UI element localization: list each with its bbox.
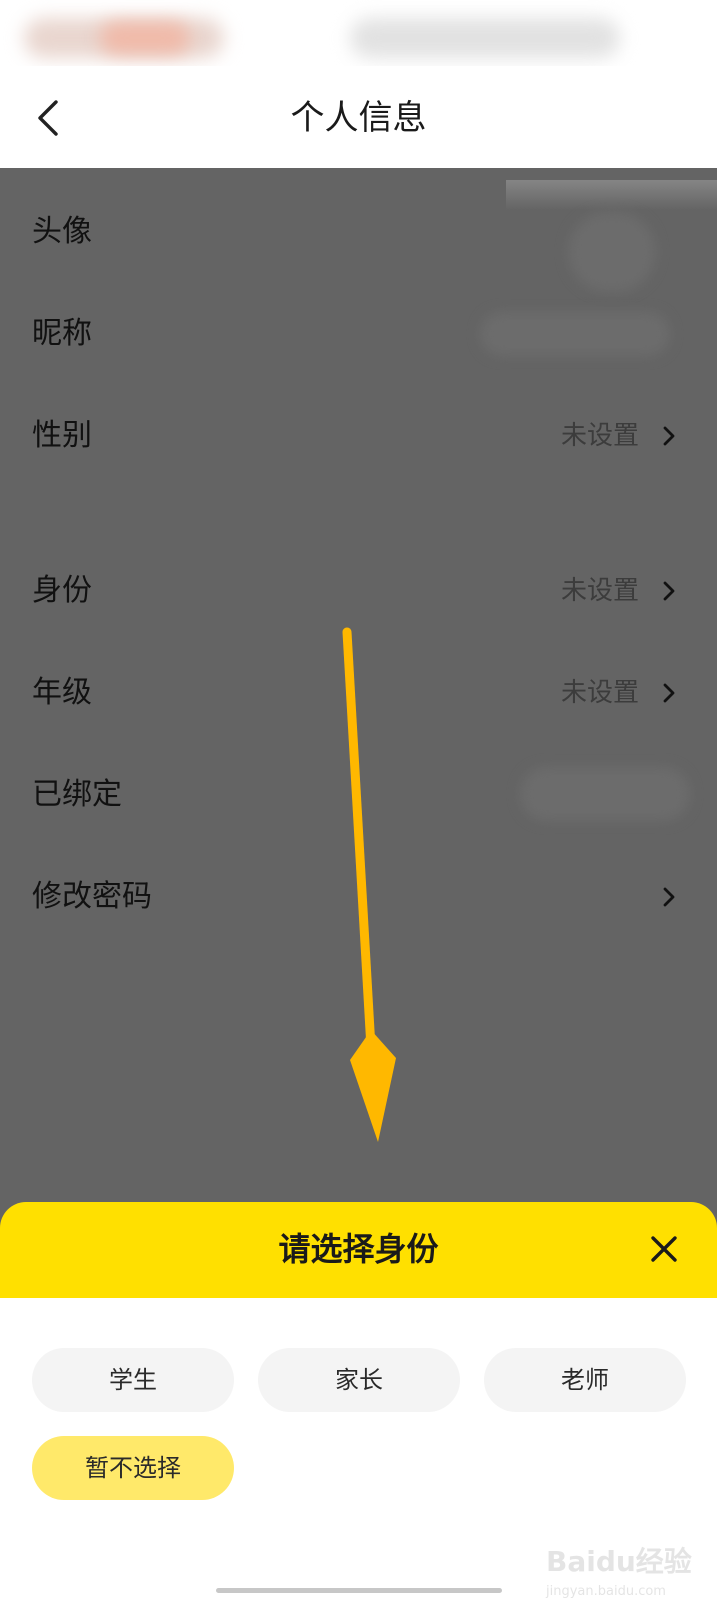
row-label: 昵称 (32, 316, 92, 351)
identity-sheet-header: 请选择身份 (0, 1202, 717, 1300)
row-label: 修改密码 (32, 879, 152, 914)
status-bar (0, 0, 717, 66)
watermark-url: jingyan.baidu.com (546, 1584, 666, 1599)
profile-list-overlay: 头像 昵称 性别 未设置 身份 未设置 年级 未设置 已绑定 修改密码 (0, 168, 717, 1258)
row-label: 头像 (32, 214, 92, 249)
chevron-right-icon (663, 426, 675, 446)
row-nickname[interactable]: 昵称 (0, 294, 717, 374)
row-label: 年级 (32, 675, 92, 710)
top-nav-bar: 个人信息 (0, 66, 717, 168)
watermark: Baidu经验 jingyan.baidu.com (546, 1520, 696, 1599)
row-label: 性别 (32, 418, 92, 453)
row-change-password[interactable]: 修改密码 (0, 857, 717, 937)
row-avatar[interactable]: 头像 (0, 192, 717, 292)
option-skip[interactable]: 暂不选择 (32, 1436, 234, 1500)
home-indicator[interactable] (216, 1588, 502, 1593)
sheet-title: 请选择身份 (278, 1230, 439, 1268)
option-student[interactable]: 学生 (32, 1348, 234, 1412)
status-blur-right (350, 18, 620, 58)
row-value: 未设置 (560, 678, 639, 708)
close-button[interactable] (649, 1234, 679, 1264)
row-bound-account[interactable]: 已绑定 (0, 755, 717, 835)
row-value: 未设置 (560, 421, 639, 451)
row-value: 未设置 (560, 576, 639, 606)
row-label: 身份 (32, 573, 92, 608)
chevron-right-icon (663, 887, 675, 907)
option-parent[interactable]: 家长 (258, 1348, 460, 1412)
row-identity[interactable]: 身份 未设置 (0, 551, 717, 631)
close-icon (651, 1236, 677, 1262)
status-blur-left-accent (100, 22, 190, 54)
row-label: 已绑定 (32, 777, 122, 812)
row-grade[interactable]: 年级 未设置 (0, 653, 717, 733)
row-gender[interactable]: 性别 未设置 (0, 396, 717, 476)
page-title: 个人信息 (290, 98, 427, 138)
screen: 个人信息 头像 昵称 性别 未设置 身份 未设置 年级 未设置 已绑定 修改密码… (0, 0, 717, 1600)
chevron-right-icon (663, 683, 675, 703)
chevron-right-icon (663, 581, 675, 601)
avatar (568, 212, 656, 292)
option-teacher[interactable]: 老师 (484, 1348, 686, 1412)
bound-value-blurred (520, 767, 690, 821)
watermark-text: Baidu经验 (546, 1545, 692, 1578)
nickname-value-blurred (480, 312, 670, 356)
